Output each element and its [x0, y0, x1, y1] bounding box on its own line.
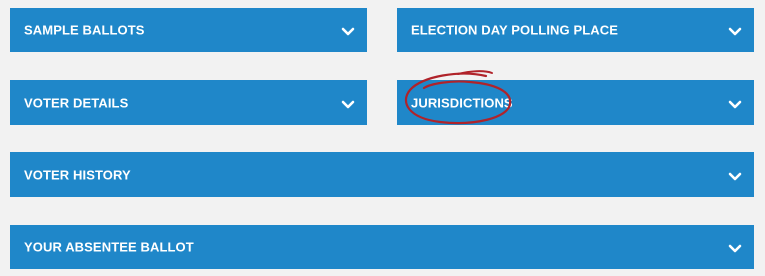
accordion-election-day-polling-place[interactable]: ELECTION DAY POLLING PLACE — [397, 8, 754, 52]
accordion-your-absentee-ballot[interactable]: YOUR ABSENTEE BALLOT — [10, 225, 754, 269]
accordion-label: VOTER HISTORY — [24, 167, 131, 182]
accordion-label: ELECTION DAY POLLING PLACE — [411, 22, 619, 38]
accordion-label: YOUR ABSENTEE BALLOT — [24, 239, 194, 255]
chevron-down-icon — [728, 172, 742, 182]
chevron-down-icon — [728, 27, 742, 37]
accordion-sample-ballots[interactable]: SAMPLE BALLOTS — [10, 8, 367, 52]
accordion-label: VOTER DETAILS — [24, 95, 129, 110]
chevron-down-icon — [341, 27, 355, 37]
accordion-label: JURISDICTIONS — [411, 95, 513, 110]
accordion-voter-history[interactable]: VOTER HISTORY — [10, 152, 754, 197]
accordion-voter-details[interactable]: VOTER DETAILS — [10, 80, 367, 125]
chevron-down-icon — [728, 100, 742, 110]
accordion-label: SAMPLE BALLOTS — [24, 22, 145, 38]
chevron-down-icon — [728, 244, 742, 254]
accordion-jurisdictions[interactable]: JURISDICTIONS — [397, 80, 754, 125]
chevron-down-icon — [341, 100, 355, 110]
